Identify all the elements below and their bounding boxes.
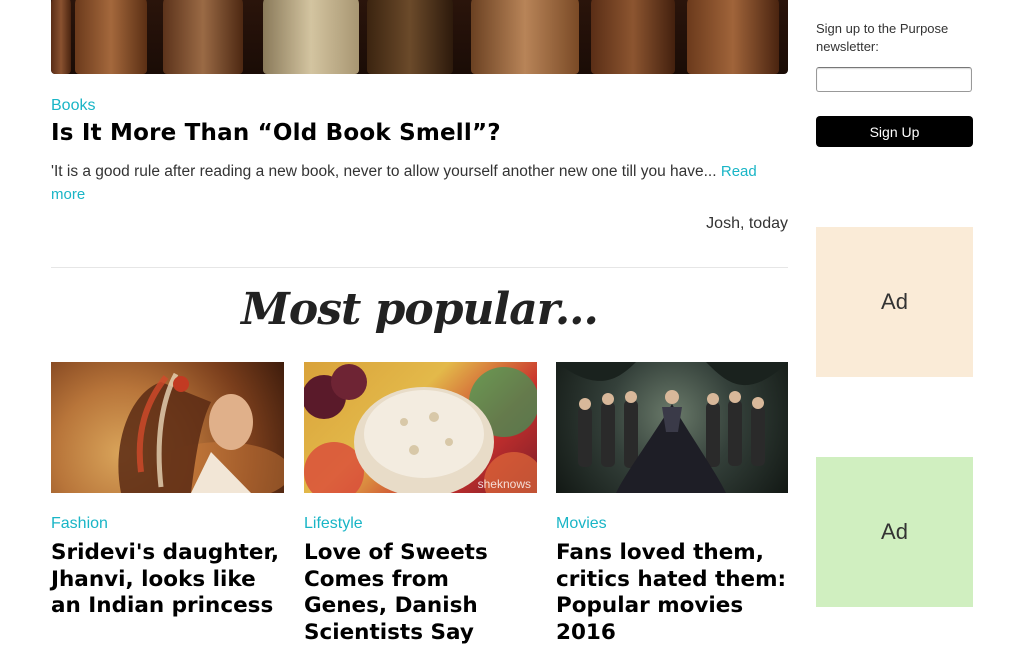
popular-card-lifestyle[interactable]: sheknows Lifestyle Love of Sweets Comes … [304, 362, 537, 645]
featured-category[interactable]: Books [51, 97, 95, 115]
signup-button[interactable]: Sign Up [816, 116, 973, 147]
card-category[interactable]: Fashion [51, 515, 108, 533]
card-category[interactable]: Lifestyle [304, 515, 363, 533]
ad-label: Ad [881, 519, 908, 544]
ad-slot-1[interactable]: Ad [816, 227, 973, 377]
featured-title[interactable]: Is It More Than “Old Book Smell”? [51, 120, 501, 146]
card-title[interactable]: Fans loved them, critics hated them: Pop… [556, 540, 789, 646]
section-title: Most popular... [241, 284, 599, 335]
card-title[interactable]: Sridevi's daughter, Jhanvi, looks like a… [51, 540, 284, 620]
featured-excerpt-text: 'It is a good rule after reading a new b… [51, 163, 717, 180]
card-image-fashion[interactable] [51, 362, 284, 493]
popular-card-fashion[interactable]: Fashion Sridevi's daughter, Jhanvi, look… [51, 362, 284, 618]
newsletter-email-input[interactable] [816, 67, 972, 92]
card-title[interactable]: Love of Sweets Comes from Genes, Danish … [304, 540, 537, 646]
featured-excerpt: 'It is a good rule after reading a new b… [51, 160, 788, 206]
watermark-text: sheknows [477, 477, 531, 491]
card-image-movies[interactable] [556, 362, 788, 493]
section-divider [51, 267, 788, 268]
card-image-lifestyle[interactable]: sheknows [304, 362, 537, 493]
ad-label: Ad [881, 289, 908, 314]
featured-image[interactable] [51, 0, 788, 74]
newsletter-label: Sign up to the Purpose newsletter: [816, 21, 949, 54]
card-category[interactable]: Movies [556, 515, 607, 533]
featured-byline: Josh, today [706, 215, 788, 232]
ad-slot-2[interactable]: Ad [816, 457, 973, 607]
popular-card-movies[interactable]: Movies Fans loved them, critics hated th… [556, 362, 788, 645]
